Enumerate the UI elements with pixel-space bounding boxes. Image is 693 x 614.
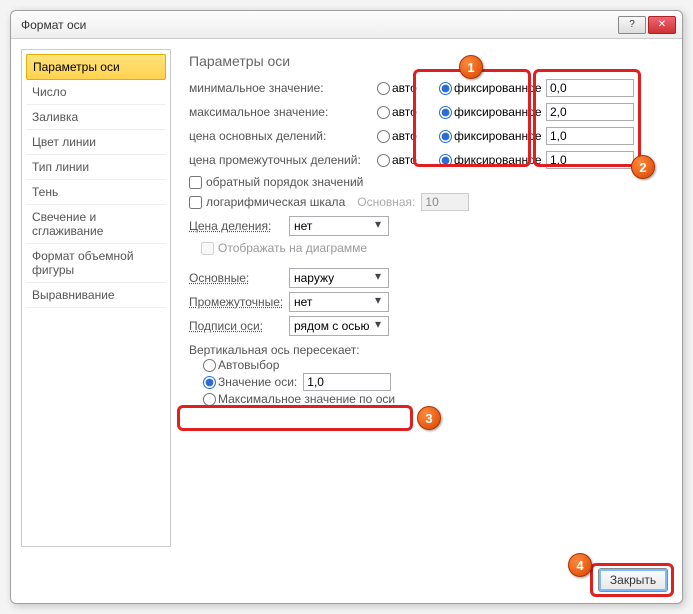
- max-auto-radio[interactable]: [377, 106, 390, 119]
- minor-tick-label: Промежуточные:: [189, 295, 289, 309]
- sidebar-item-axis-options[interactable]: Параметры оси: [26, 54, 166, 80]
- display-unit-label: Цена деления:: [189, 219, 289, 233]
- major-unit-label: цена основных делений:: [189, 129, 369, 143]
- min-fixed-radio[interactable]: [439, 82, 452, 95]
- min-value-input[interactable]: [546, 79, 634, 97]
- minor-auto-radio[interactable]: [377, 154, 390, 167]
- panel-heading: Параметры оси: [189, 53, 664, 69]
- sidebar-item-fill[interactable]: Заливка: [26, 105, 166, 130]
- cross-value-input[interactable]: [303, 373, 391, 391]
- annotation-badge-4: 4: [568, 553, 592, 577]
- max-label: максимальное значение:: [189, 105, 369, 119]
- minor-unit-input[interactable]: [546, 151, 634, 169]
- sidebar-item-shadow[interactable]: Тень: [26, 180, 166, 205]
- annotation-box-3: [177, 405, 413, 431]
- dialog-footer: 4 Закрыть: [11, 557, 682, 603]
- sidebar-item-line-color[interactable]: Цвет линии: [26, 130, 166, 155]
- cross-max-radio[interactable]: [203, 393, 216, 406]
- major-unit-input[interactable]: [546, 127, 634, 145]
- minor-unit-label: цена промежуточных делений:: [189, 153, 369, 167]
- major-tick-select[interactable]: наружу: [289, 268, 389, 288]
- cross-value-radio[interactable]: [203, 376, 216, 389]
- window-title: Формат оси: [21, 18, 616, 32]
- titlebar: Формат оси ? ✕: [11, 11, 682, 39]
- minor-tick-select[interactable]: нет: [289, 292, 389, 312]
- help-button[interactable]: ?: [618, 16, 646, 34]
- annotation-badge-3: 3: [417, 406, 441, 430]
- main-panel: Параметры оси минимальное значение: авто…: [181, 49, 672, 547]
- max-value-input[interactable]: [546, 103, 634, 121]
- reverse-checkbox[interactable]: [189, 176, 202, 189]
- sidebar-item-line-style[interactable]: Тип линии: [26, 155, 166, 180]
- major-auto-radio[interactable]: [377, 130, 390, 143]
- show-unit-checkbox: [201, 242, 214, 255]
- category-sidebar: Параметры оси Число Заливка Цвет линии Т…: [21, 49, 171, 547]
- cross-auto-radio[interactable]: [203, 359, 216, 372]
- min-auto-radio[interactable]: [377, 82, 390, 95]
- close-button[interactable]: Закрыть: [598, 568, 668, 592]
- major-tick-label: Основные:: [189, 271, 289, 285]
- tick-labels-select[interactable]: рядом с осью: [289, 316, 389, 336]
- close-window-button[interactable]: ✕: [648, 16, 676, 34]
- minor-fixed-radio[interactable]: [439, 154, 452, 167]
- sidebar-item-align[interactable]: Выравнивание: [26, 283, 166, 308]
- crosses-header: Вертикальная ось пересекает:: [189, 343, 664, 357]
- sidebar-item-number[interactable]: Число: [26, 80, 166, 105]
- major-fixed-radio[interactable]: [439, 130, 452, 143]
- display-unit-select[interactable]: нет: [289, 216, 389, 236]
- log-base-input: [421, 193, 469, 211]
- format-axis-dialog: Формат оси ? ✕ Параметры оси Число Залив…: [10, 10, 683, 604]
- sidebar-item-glow[interactable]: Свечение и сглаживание: [26, 205, 166, 244]
- tick-labels-label: Подписи оси:: [189, 319, 289, 333]
- max-fixed-radio[interactable]: [439, 106, 452, 119]
- logscale-checkbox[interactable]: [189, 196, 202, 209]
- min-label: минимальное значение:: [189, 81, 369, 95]
- sidebar-item-3d[interactable]: Формат объемной фигуры: [26, 244, 166, 283]
